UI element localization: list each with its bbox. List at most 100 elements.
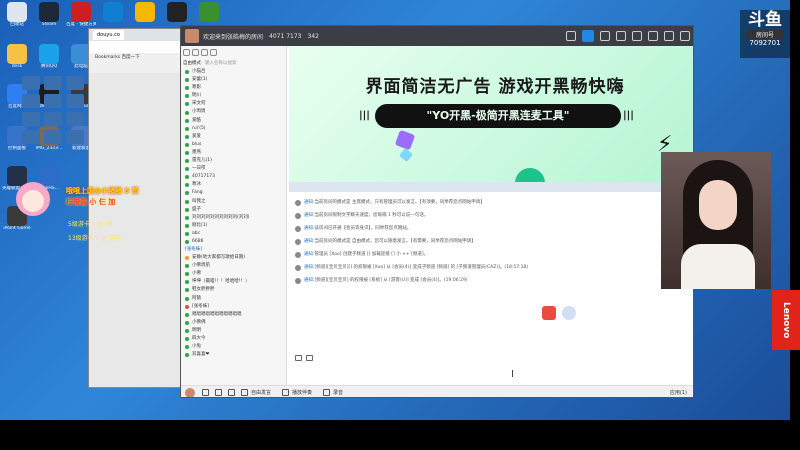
browser-tab[interactable]: douyu.co xyxy=(93,30,124,40)
emoji-icon[interactable] xyxy=(295,355,302,361)
desktop-icon[interactable]: desk xyxy=(2,44,32,70)
mode-select[interactable]: 自由模式 xyxy=(183,60,201,66)
member-item[interactable]: 小猫吕 xyxy=(185,68,286,76)
member-item[interactable]: 叫我之 xyxy=(185,198,286,206)
mic-icon[interactable] xyxy=(215,389,222,396)
desktop-icon[interactable] xyxy=(130,2,160,22)
member-item[interactable]: 安静(地大家都写歌给日期) xyxy=(185,254,286,262)
member-item[interactable]: 雷克儿(1) xyxy=(185,157,286,165)
member-item[interactable]: 爱酷 xyxy=(185,117,286,125)
message-prefix: 通知: xyxy=(304,226,315,231)
member-item[interactable]: blus xyxy=(185,141,286,149)
bookmarks-bar: Bookmarks 百度一下 xyxy=(89,53,187,63)
member-item[interactable]: Fang xyxy=(185,189,286,197)
member-item[interactable]: 双喜喜❤ xyxy=(185,351,286,359)
thumbnail[interactable] xyxy=(22,94,40,108)
add-icon[interactable] xyxy=(192,48,199,56)
gear-icon[interactable] xyxy=(210,48,217,56)
member-item[interactable]: 宋文何 xyxy=(185,100,286,108)
message-icon[interactable] xyxy=(600,31,610,41)
member-item[interactable]: 唱唱唱唱唱唱唱唱唱唱唱 xyxy=(185,311,286,319)
music-icon[interactable] xyxy=(282,389,290,396)
member-item[interactable]: 墨燕 xyxy=(185,149,286,157)
member-item[interactable]: 寒影 xyxy=(185,84,286,92)
app-badge-icon[interactable] xyxy=(542,306,556,320)
thumbnail[interactable] xyxy=(22,76,40,90)
member-item[interactable]: 四大今 xyxy=(185,335,286,343)
member-item[interactable]: 坤坤（最喵!！！哈哈哈!！） xyxy=(185,278,286,286)
thumbnail[interactable] xyxy=(66,112,84,126)
member-item[interactable]: 小佛周航 xyxy=(185,262,286,270)
channel-header[interactable]: [张冬妹] xyxy=(181,246,286,254)
gear-icon[interactable] xyxy=(241,389,248,396)
record-icon[interactable] xyxy=(323,389,331,396)
share-icon[interactable] xyxy=(566,31,576,41)
thumbnail[interactable] xyxy=(44,94,62,108)
member-search-input[interactable]: 输入名称以搜索 xyxy=(205,60,286,66)
member-item[interactable]: 6686 xyxy=(185,238,286,246)
self-avatar[interactable] xyxy=(185,387,195,397)
home-icon[interactable] xyxy=(582,30,594,42)
promo-banner[interactable]: 界面简洁无广告 游戏开黑畅快嗨 ||| "YO开黑-极简开黑连麦工具" ||| … xyxy=(289,46,693,182)
emoji-badge-icon[interactable] xyxy=(562,306,576,320)
member-item[interactable]: 寒冰 xyxy=(185,181,286,189)
status-dot-icon xyxy=(185,215,189,220)
bookmark-item-2[interactable]: 百度一下 xyxy=(122,55,140,60)
thumbnail[interactable] xyxy=(66,76,84,90)
desktop-icon[interactable] xyxy=(162,2,192,22)
menu-icon[interactable] xyxy=(616,31,626,41)
desktop-icon[interactable]: Steam xyxy=(34,2,64,28)
thumbnail[interactable] xyxy=(66,130,84,144)
member-item[interactable]: 一日哎 xyxy=(185,165,286,173)
thumbnail[interactable] xyxy=(44,130,62,144)
screen: 回收站Steam百度 · 快捷方式desk腾讯QQ此电脑百度网盘WeGameOB… xyxy=(0,0,800,450)
member-item[interactable]: 刚比(1) xyxy=(185,222,286,230)
member-item[interactable]: 刘刘刘刘刘刘刘刘刘刘(刘刘) xyxy=(185,214,286,222)
mic-icon[interactable] xyxy=(201,48,208,56)
member-item[interactable]: 40717173 xyxy=(185,173,286,181)
record-button[interactable]: 录音 xyxy=(333,389,343,396)
close-icon[interactable] xyxy=(680,31,690,41)
image-icon[interactable] xyxy=(306,355,313,361)
member-item[interactable]: 盛子 xyxy=(185,206,286,214)
thumbnail[interactable] xyxy=(44,112,62,126)
browser-urlbar[interactable] xyxy=(89,41,187,53)
speaker-icon[interactable] xyxy=(202,389,209,396)
free-speech-button[interactable]: 自由发言 xyxy=(251,389,271,396)
member-item[interactable]: 小周周 xyxy=(185,108,286,116)
member-item[interactable]: [张冬妹] xyxy=(185,303,286,311)
maximize-icon[interactable] xyxy=(664,31,674,41)
member-item[interactable]: 安蕾(1) xyxy=(185,76,286,84)
desktop-icon[interactable]: 腾讯QQ xyxy=(34,44,64,70)
settings-icon[interactable] xyxy=(632,31,642,41)
member-item[interactable]: 小佛佛 xyxy=(185,319,286,327)
apps-button[interactable]: 应用(1) xyxy=(670,389,687,396)
play-accompaniment-button[interactable]: 播放伴奏 xyxy=(292,389,312,396)
member-item[interactable]: 爱爱 xyxy=(185,133,286,141)
thumbnail[interactable] xyxy=(22,130,40,144)
member-item[interactable]: 明川 xyxy=(185,92,286,100)
room-avatar[interactable] xyxy=(185,29,199,43)
thumbnail[interactable] xyxy=(22,112,40,126)
headset-icon[interactable] xyxy=(228,389,235,396)
desktop-icon[interactable]: 回收站 xyxy=(2,2,32,28)
member-item[interactable]: 阿猿 xyxy=(185,295,286,303)
desktop-icon[interactable]: 百度 · 快捷方式 xyxy=(66,2,96,28)
user-icon[interactable] xyxy=(183,48,190,56)
thumbnail[interactable] xyxy=(44,76,62,90)
member-item[interactable]: abc xyxy=(185,230,286,238)
browser-window[interactable]: douyu.co Bookmarks 百度一下 xyxy=(88,28,188,388)
member-item[interactable]: 鞋女胖胖胖 xyxy=(185,286,286,294)
member-item[interactable]: rui'(5) xyxy=(185,125,286,133)
bookmark-item[interactable]: Bookmarks xyxy=(95,55,120,60)
desktop-icon[interactable] xyxy=(194,2,224,22)
member-item[interactable]: 小兔 xyxy=(185,343,286,351)
member-item[interactable]: 明明 xyxy=(185,327,286,335)
member-name: 小兔 xyxy=(192,344,201,350)
minimize-icon[interactable] xyxy=(648,31,658,41)
desktop-icon[interactable] xyxy=(98,2,128,22)
message-prefix: 通知: xyxy=(304,213,315,218)
message-input[interactable] xyxy=(289,364,693,385)
member-item[interactable]: 小佛 xyxy=(185,270,286,278)
thumbnail[interactable] xyxy=(66,94,84,108)
